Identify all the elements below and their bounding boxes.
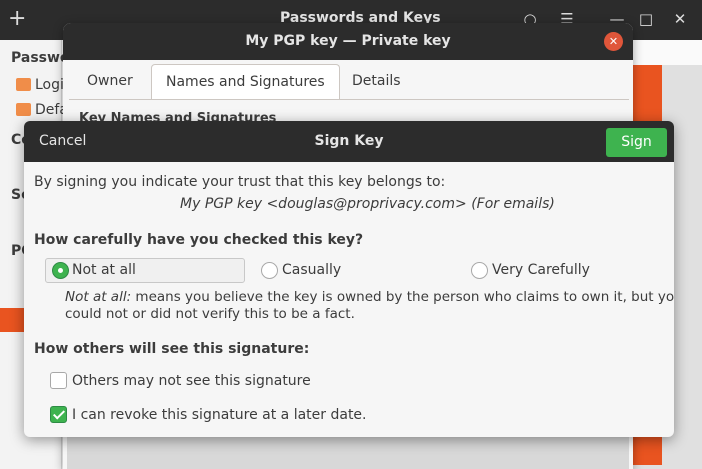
explanation-line-1: Not at all: means you believe the key is… xyxy=(65,289,674,305)
intro-text: By signing you indicate your trust that … xyxy=(34,174,446,190)
explanation-term: Not at all: xyxy=(65,289,132,305)
key-identity: My PGP key <douglas@proprivacy.com> (For… xyxy=(180,196,555,212)
maximize-icon[interactable]: □ xyxy=(636,10,656,28)
sign-button[interactable]: Sign xyxy=(606,128,667,157)
checkbox-others-may-not-see[interactable] xyxy=(50,372,67,389)
explanation-text: means you believe the key is owned by th… xyxy=(135,289,674,305)
checkbox-label-can-revoke[interactable]: I can revoke this signature at a later d… xyxy=(72,407,367,423)
radio-not-at-all[interactable] xyxy=(52,262,69,279)
properties-title: My PGP key — Private key xyxy=(245,33,451,49)
properties-headerbar: My PGP key — Private key ✕ xyxy=(63,23,633,60)
sidebar-item-login[interactable]: Logi xyxy=(16,77,64,93)
explanation-line-2: could not or did not verify this to be a… xyxy=(65,306,355,322)
sidebar-item-default[interactable]: Defa xyxy=(16,102,68,118)
checkbox-label-others-may-not-see[interactable]: Others may not see this signature xyxy=(72,373,311,389)
close-icon[interactable]: ✕ xyxy=(670,10,690,28)
radio-very-carefully[interactable] xyxy=(471,262,488,279)
tab-details[interactable]: Details xyxy=(338,64,415,100)
sidebar-heading-passwords: Passwo xyxy=(11,50,70,66)
tab-owner[interactable]: Owner xyxy=(73,64,147,100)
radio-label-very-carefully[interactable]: Very Carefully xyxy=(492,262,590,278)
check-question: How carefully have you checked this key? xyxy=(34,232,364,248)
folder-icon xyxy=(16,103,31,116)
tab-divider xyxy=(69,99,629,100)
dialog-title: Sign Key xyxy=(314,133,384,149)
sidebar-item-label: Logi xyxy=(35,77,64,93)
visibility-heading: How others will see this signature: xyxy=(34,341,310,357)
radio-label-casually[interactable]: Casually xyxy=(282,262,341,278)
checkbox-can-revoke[interactable] xyxy=(50,406,67,423)
close-icon[interactable]: ✕ xyxy=(604,32,623,51)
sign-key-dialog: Sign Key Cancel Sign By signing you indi… xyxy=(24,121,674,437)
cancel-button[interactable]: Cancel xyxy=(39,133,86,149)
radio-casually[interactable] xyxy=(261,262,278,279)
sign-key-headerbar: Sign Key Cancel Sign xyxy=(24,121,674,162)
add-icon[interactable]: + xyxy=(8,8,30,30)
radio-label-not-at-all[interactable]: Not at all xyxy=(72,262,136,278)
folder-icon xyxy=(16,78,31,91)
tab-names-and-signatures[interactable]: Names and Signatures xyxy=(151,64,340,100)
